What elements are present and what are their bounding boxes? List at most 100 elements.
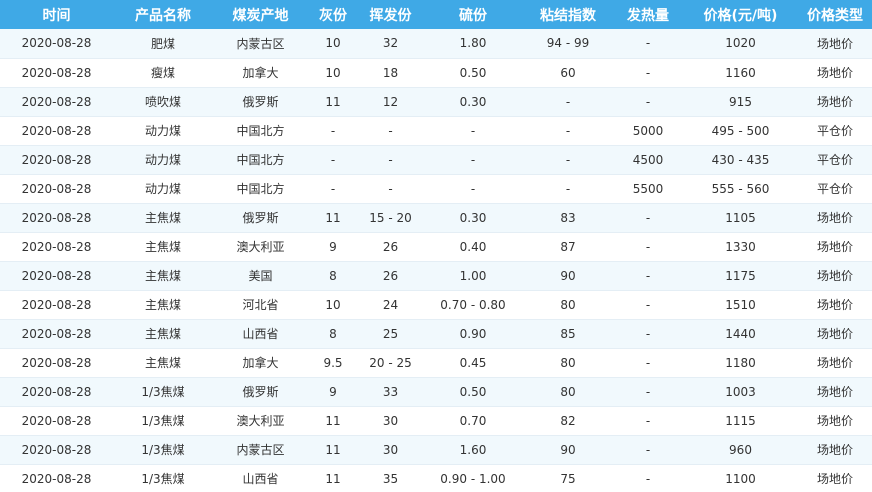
cell-col-ash: 9	[308, 377, 358, 407]
table-row: 2020-08-28 动力煤 中国北方 - - - -5500 555 - 560 平仓价	[0, 174, 872, 204]
cell-col-origin: 加拿大	[213, 348, 308, 378]
cell-col-price-type: 平仓价	[798, 174, 872, 204]
table-header: 时间 产品名称 煤炭产地 灰份 挥发份 硫份 粘结指数 发热量 价格(元/吨) 价格类型	[0, 0, 872, 29]
cell-col-ash: 11	[308, 406, 358, 436]
cell-col-ash: 9	[308, 232, 358, 262]
coal-price-table-container: 时间 产品名称 煤炭产地 灰份 挥发份 硫份 粘结指数 发热量 价格(元/吨) 价格类型 2020…	[0, 0, 872, 492]
table-row: 2020-08-28 主焦煤 美国 8 26 1.00 90-1175 场地价	[0, 261, 872, 291]
cell-col-ash: 10	[308, 58, 358, 88]
cell-col-price-type: 场地价	[798, 203, 872, 233]
cell-col-time: 2020-08-28	[0, 406, 113, 436]
cell-col-calorific: -	[613, 464, 683, 492]
cell-col-sulfur: 1.60	[423, 435, 523, 465]
table-row: 2020-08-28 1/3焦煤 内蒙古区 11 30 1.60 90-960 场地价	[0, 435, 872, 465]
cell-col-origin: 澳大利亚	[213, 406, 308, 436]
cell-col-sulfur: 0.90	[423, 319, 523, 349]
cell-col-sulfur: 1.00	[423, 261, 523, 291]
cell-col-origin: 俄罗斯	[213, 377, 308, 407]
cell-col-calorific: -	[613, 435, 683, 465]
cell-col-product-name: 肥煤	[113, 29, 213, 59]
header-col-ash: 灰份	[319, 7, 347, 24]
cell-col-volatile: 20 - 25	[358, 348, 423, 378]
cell-col-origin: 澳大利亚	[213, 232, 308, 262]
cell-col-origin: 中国北方	[213, 116, 308, 146]
cell-col-caking-index: 83	[523, 203, 613, 233]
header-col-calorific: 发热量	[627, 7, 669, 24]
cell-col-product-name: 瘦煤	[113, 58, 213, 88]
cell-col-time: 2020-08-28	[0, 435, 113, 465]
cell-col-price-type: 场地价	[798, 319, 872, 349]
cell-col-price-type: 场地价	[798, 232, 872, 262]
cell-col-product-name: 1/3焦煤	[113, 435, 213, 465]
cell-col-caking-index: 75	[523, 464, 613, 492]
cell-col-ash: 11	[308, 203, 358, 233]
cell-col-product-name: 主焦煤	[113, 319, 213, 349]
cell-col-volatile: 32	[358, 29, 423, 59]
table-row: 2020-08-28 动力煤 中国北方 - - - -4500 430 - 435 平仓价	[0, 145, 872, 175]
cell-col-origin: 山西省	[213, 319, 308, 349]
cell-col-price: 1160	[683, 58, 798, 88]
cell-col-product-name: 主焦煤	[113, 348, 213, 378]
cell-col-price: 960	[683, 435, 798, 465]
cell-col-origin: 俄罗斯	[213, 203, 308, 233]
cell-col-time: 2020-08-28	[0, 174, 113, 204]
cell-col-calorific: -	[613, 319, 683, 349]
cell-col-sulfur: 0.50	[423, 377, 523, 407]
header-col-origin: 煤炭产地	[232, 7, 289, 24]
cell-col-caking-index: -	[523, 174, 613, 204]
cell-col-product-name: 1/3焦煤	[113, 377, 213, 407]
cell-col-price-type: 场地价	[798, 29, 872, 59]
cell-col-ash: 9.5	[308, 348, 358, 378]
cell-col-price: 1175	[683, 261, 798, 291]
cell-col-price-type: 场地价	[798, 261, 872, 291]
cell-col-origin: 俄罗斯	[213, 87, 308, 117]
cell-col-ash: 11	[308, 464, 358, 492]
cell-col-sulfur: 0.70 - 0.80	[423, 290, 523, 320]
cell-col-product-name: 动力煤	[113, 116, 213, 146]
cell-col-caking-index: 80	[523, 377, 613, 407]
cell-col-calorific: -	[613, 290, 683, 320]
cell-col-price: 1510	[683, 290, 798, 320]
header-col-price-type: 价格类型	[807, 7, 863, 24]
cell-col-product-name: 主焦煤	[113, 261, 213, 291]
cell-col-sulfur: 0.30	[423, 87, 523, 117]
cell-col-price-type: 场地价	[798, 406, 872, 436]
cell-col-caking-index: 87	[523, 232, 613, 262]
cell-col-origin: 内蒙古区	[213, 29, 308, 59]
cell-col-ash: -	[308, 116, 358, 146]
cell-col-price-type: 场地价	[798, 435, 872, 465]
cell-col-price: 1180	[683, 348, 798, 378]
cell-col-product-name: 动力煤	[113, 174, 213, 204]
cell-col-volatile: -	[358, 174, 423, 204]
cell-col-time: 2020-08-28	[0, 87, 113, 117]
cell-col-price-type: 场地价	[798, 87, 872, 117]
cell-col-caking-index: 60	[523, 58, 613, 88]
cell-col-calorific: 4500	[613, 145, 683, 175]
cell-col-ash: 11	[308, 87, 358, 117]
cell-col-ash: 8	[308, 319, 358, 349]
cell-col-sulfur: 0.45	[423, 348, 523, 378]
cell-col-calorific: -	[613, 348, 683, 378]
cell-col-origin: 中国北方	[213, 174, 308, 204]
cell-col-price: 1440	[683, 319, 798, 349]
cell-col-product-name: 1/3焦煤	[113, 464, 213, 492]
header-col-product-name: 产品名称	[135, 7, 191, 24]
cell-col-volatile: 15 - 20	[358, 203, 423, 233]
header-col-caking-index: 粘结指数	[540, 7, 596, 24]
cell-col-sulfur: 0.40	[423, 232, 523, 262]
cell-col-calorific: 5000	[613, 116, 683, 146]
cell-col-sulfur: 0.30	[423, 203, 523, 233]
cell-col-calorific: -	[613, 87, 683, 117]
cell-col-time: 2020-08-28	[0, 348, 113, 378]
cell-col-ash: 11	[308, 435, 358, 465]
cell-col-ash: 8	[308, 261, 358, 291]
table-row: 2020-08-28 喷吹煤 俄罗斯 11 12 0.30- -915 场地价	[0, 87, 872, 117]
cell-col-calorific: -	[613, 261, 683, 291]
cell-col-price: 1115	[683, 406, 798, 436]
cell-col-caking-index: 80	[523, 348, 613, 378]
cell-col-price: 1105	[683, 203, 798, 233]
cell-col-time: 2020-08-28	[0, 232, 113, 262]
cell-col-origin: 美国	[213, 261, 308, 291]
cell-col-calorific: 5500	[613, 174, 683, 204]
cell-col-price-type: 平仓价	[798, 116, 872, 146]
